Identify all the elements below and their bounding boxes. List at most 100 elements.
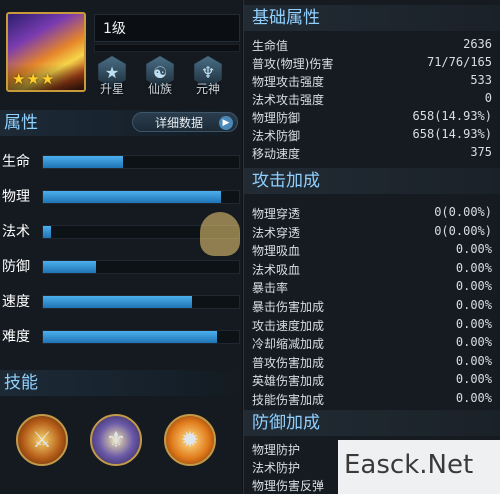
stat-label: 法术攻击强度 [252,93,325,107]
stat-row: 生命值 2636 [250,37,496,54]
attribute-row: 难度 [0,324,242,348]
detail-data-button[interactable]: 详细数据 ▶ [132,112,238,132]
stat-value: 0.00% [455,353,492,368]
stat-label: 物理防御 [252,111,301,125]
stat-row: 法术防御 658(14.93%) [250,127,496,144]
watermark-mascot [200,212,240,256]
stat-row: 物理防御 658(14.93%) [250,109,496,126]
stat-row: 英雄伤害加成 0.00% [250,372,496,389]
exp-bar [94,44,240,52]
stat-row: 攻击速度加成 0.00% [250,317,496,334]
stat-label: 普攻(物理)伤害 [252,57,334,71]
hero-portrait[interactable]: ★ ★ ★ [6,12,86,92]
spirit-button[interactable]: ♆ 元神 [188,56,228,96]
stat-value: 0(0.00%) [434,223,492,238]
clan-button[interactable]: ☯ 仙族 [140,56,180,96]
stat-value: 71/76/165 [426,55,492,69]
attribute-bar-fill [43,156,124,168]
attribute-label: 难度 [2,329,30,345]
skill-2-icon[interactable]: ⚜ [90,414,142,466]
attribute-label: 法术 [2,224,30,240]
stat-row: 法术穿透 0(0.00%) [250,224,496,241]
level-label: 1级 [103,21,126,37]
stat-value: 2636 [463,37,492,51]
skill-1-icon[interactable]: ⚔ [16,414,68,466]
stat-label: 物理防护 [252,443,301,457]
stat-row: 普攻(物理)伤害 71/76/165 [250,55,496,72]
stat-label: 英雄伤害加成 [252,374,325,389]
star-icon: ★ [26,70,40,88]
level-display: 1级 [94,14,240,42]
detail-data-label: 详细数据 [155,116,204,130]
stat-row: 移动速度 375 [250,145,496,162]
attribute-bar-fill [43,191,222,203]
stat-value: 0 [484,91,492,105]
stat-label: 法术防御 [252,129,301,143]
stat-value: 0.00% [455,242,492,257]
chevron-right-icon: ▶ [219,116,233,130]
attribute-label: 生命 [2,154,30,170]
star-icon: ★ [12,70,26,88]
attribute-label: 物理 [2,189,30,205]
stat-label: 技能伤害加成 [252,393,325,407]
attribute-row: 速度 [0,289,242,313]
stat-label: 暴击率 [252,281,289,296]
upgrade-star-button[interactable]: ★ 升星 [92,56,132,96]
stat-row: 法术吸血 0.00% [250,261,496,278]
stat-row: 暴击伤害加成 0.00% [250,298,496,315]
stat-row: 冷却缩减加成 0.00% [250,335,496,352]
stat-value: 0(0.00%) [434,205,492,219]
star-icon: ★ [40,70,55,88]
stat-value: 0.00% [455,279,492,294]
stat-label: 物理伤害反弹 [252,479,325,493]
stats-panel: 基础属性 生命值 2636 普攻(物理)伤害 71/76/165 物理攻击强度 533 法术… [243,0,500,494]
stat-value: 0.00% [455,298,492,312]
stat-label: 物理攻击强度 [252,75,325,89]
attribute-row: 防御 [0,254,242,278]
stat-value: 658(14.93%) [412,109,492,123]
attribute-bar [42,190,240,204]
stat-value: 0.00% [455,372,492,387]
watermark-logo: Easck.Net [338,440,500,494]
attribute-row: 生命 [0,149,242,173]
watermark-text: Easck.Net [344,450,474,480]
attribute-bar [42,155,240,169]
stat-value: 0.00% [455,316,492,331]
stat-label: 暴击伤害加成 [252,300,325,314]
attack-bonus-title: 攻击加成 [244,168,500,194]
base-stats-title: 基础属性 [244,5,500,31]
attribute-bar [42,295,240,309]
stat-label: 攻击速度加成 [252,318,325,333]
stat-row: 法术攻击强度 0 [250,91,496,108]
attribute-bar-fill [43,296,192,308]
stat-value: 533 [470,73,492,87]
attribute-bar [42,260,240,274]
stat-row: 普攻伤害加成 0.00% [250,354,496,371]
attribute-label: 防御 [2,259,30,275]
skill-3-icon[interactable]: ✹ [164,414,216,466]
stat-label: 移动速度 [252,147,301,161]
stat-label: 物理穿透 [252,207,301,221]
attribute-bar-fill [43,226,51,238]
star-rating: ★ ★ ★ [12,72,54,87]
defense-bonus-title: 防御加成 [244,410,500,436]
stat-label: 法术吸血 [252,262,301,277]
stat-value: 0.00% [455,335,492,350]
attribute-row: 物理 [0,184,242,208]
stat-value: 375 [470,145,492,159]
skills-title: 技能 [0,370,242,396]
stat-value: 0.00% [455,260,492,275]
stat-row: 物理攻击强度 533 [250,73,496,90]
attribute-label: 速度 [2,294,30,310]
stat-label: 法术穿透 [252,225,301,240]
stat-value: 658(14.93%) [412,127,492,141]
stat-value: 0.00% [455,391,492,405]
stat-row: 技能伤害加成 0.00% [250,391,496,408]
stat-label: 法术防护 [252,461,301,475]
stat-row: 暴击率 0.00% [250,279,496,296]
stat-label: 冷却缩减加成 [252,337,325,352]
stat-row: 物理穿透 0(0.00%) [250,205,496,222]
attribute-bar-fill [43,261,96,273]
stat-label: 生命值 [252,39,289,53]
attribute-bar-fill [43,331,218,343]
